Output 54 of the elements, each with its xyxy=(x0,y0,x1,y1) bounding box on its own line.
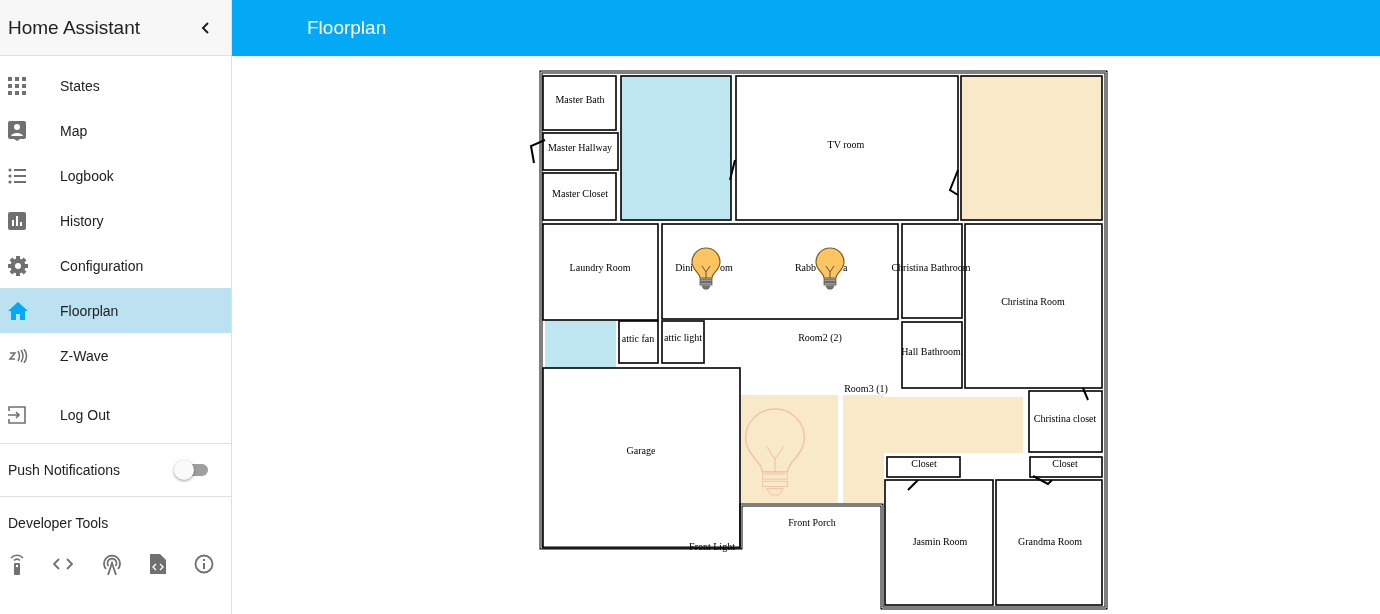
grid-icon xyxy=(8,76,26,95)
room-label: attic fan xyxy=(621,333,655,344)
room-label: TV room xyxy=(827,139,865,150)
room-label: Master Bath xyxy=(555,94,605,105)
file-code-icon[interactable] xyxy=(149,554,166,574)
app-title: Home Assistant xyxy=(8,16,140,39)
person-box-icon xyxy=(8,120,26,141)
nav-item[interactable]: History xyxy=(0,198,231,243)
room-label: Jasmin Room xyxy=(912,536,968,547)
chart-icon xyxy=(8,211,26,230)
room-label: Master Closet xyxy=(552,188,608,199)
room-label: Christina Room xyxy=(1001,296,1065,307)
room-label: attic light xyxy=(664,332,702,343)
chevron-left-icon[interactable] xyxy=(201,21,209,34)
settings-icon xyxy=(8,255,28,276)
nav-item[interactable]: States xyxy=(0,63,231,108)
room-label: Closet xyxy=(911,458,937,469)
room-highlight[interactable] xyxy=(545,320,616,368)
room-label: Laundry Room xyxy=(569,262,631,273)
logout-icon xyxy=(8,405,26,424)
room-label: Room2 (2) xyxy=(798,332,842,343)
home-icon xyxy=(8,301,28,320)
room-label: a xyxy=(843,262,848,273)
wave-icon xyxy=(8,348,28,363)
nav-item[interactable]: Z-Wave xyxy=(0,333,231,378)
logout-item[interactable]: Log Out xyxy=(0,392,231,437)
room-label: Dini xyxy=(675,262,693,273)
page-title: Floorplan xyxy=(307,17,387,39)
info-icon[interactable] xyxy=(194,554,214,574)
nav-item[interactable]: Map xyxy=(0,108,231,153)
remote-icon[interactable] xyxy=(9,553,25,575)
room-label: Garage xyxy=(626,445,656,456)
push-notifications-label: Push Notifications xyxy=(8,462,121,478)
code-icon[interactable] xyxy=(53,558,74,570)
nav-item[interactable]: Floorplan xyxy=(0,288,231,333)
room-label: Grandma Room xyxy=(1017,536,1083,547)
room-label: Closet xyxy=(1052,458,1078,469)
light-bulb-icon[interactable] xyxy=(691,247,721,290)
developer-tools-title: Developer Tools xyxy=(8,515,109,531)
toggle-switch[interactable] xyxy=(174,460,208,480)
list-icon xyxy=(8,167,26,184)
light-bulb-icon[interactable] xyxy=(815,247,845,290)
room-label: Room3 (1) xyxy=(844,383,888,394)
nav-item[interactable]: Configuration xyxy=(0,243,231,288)
room-highlight[interactable] xyxy=(621,76,731,220)
room-highlight[interactable] xyxy=(961,76,1102,220)
nav-item[interactable]: Logbook xyxy=(0,153,231,198)
room-label: Rabb xyxy=(794,262,816,273)
room-label: Master Hallway xyxy=(547,142,613,153)
room-label: Front Light xyxy=(689,541,735,552)
room-label: Front Porch xyxy=(788,517,836,528)
broadcast-icon[interactable] xyxy=(101,553,122,575)
room-label: Christina closet xyxy=(1033,413,1097,424)
room-label: om xyxy=(720,262,733,273)
